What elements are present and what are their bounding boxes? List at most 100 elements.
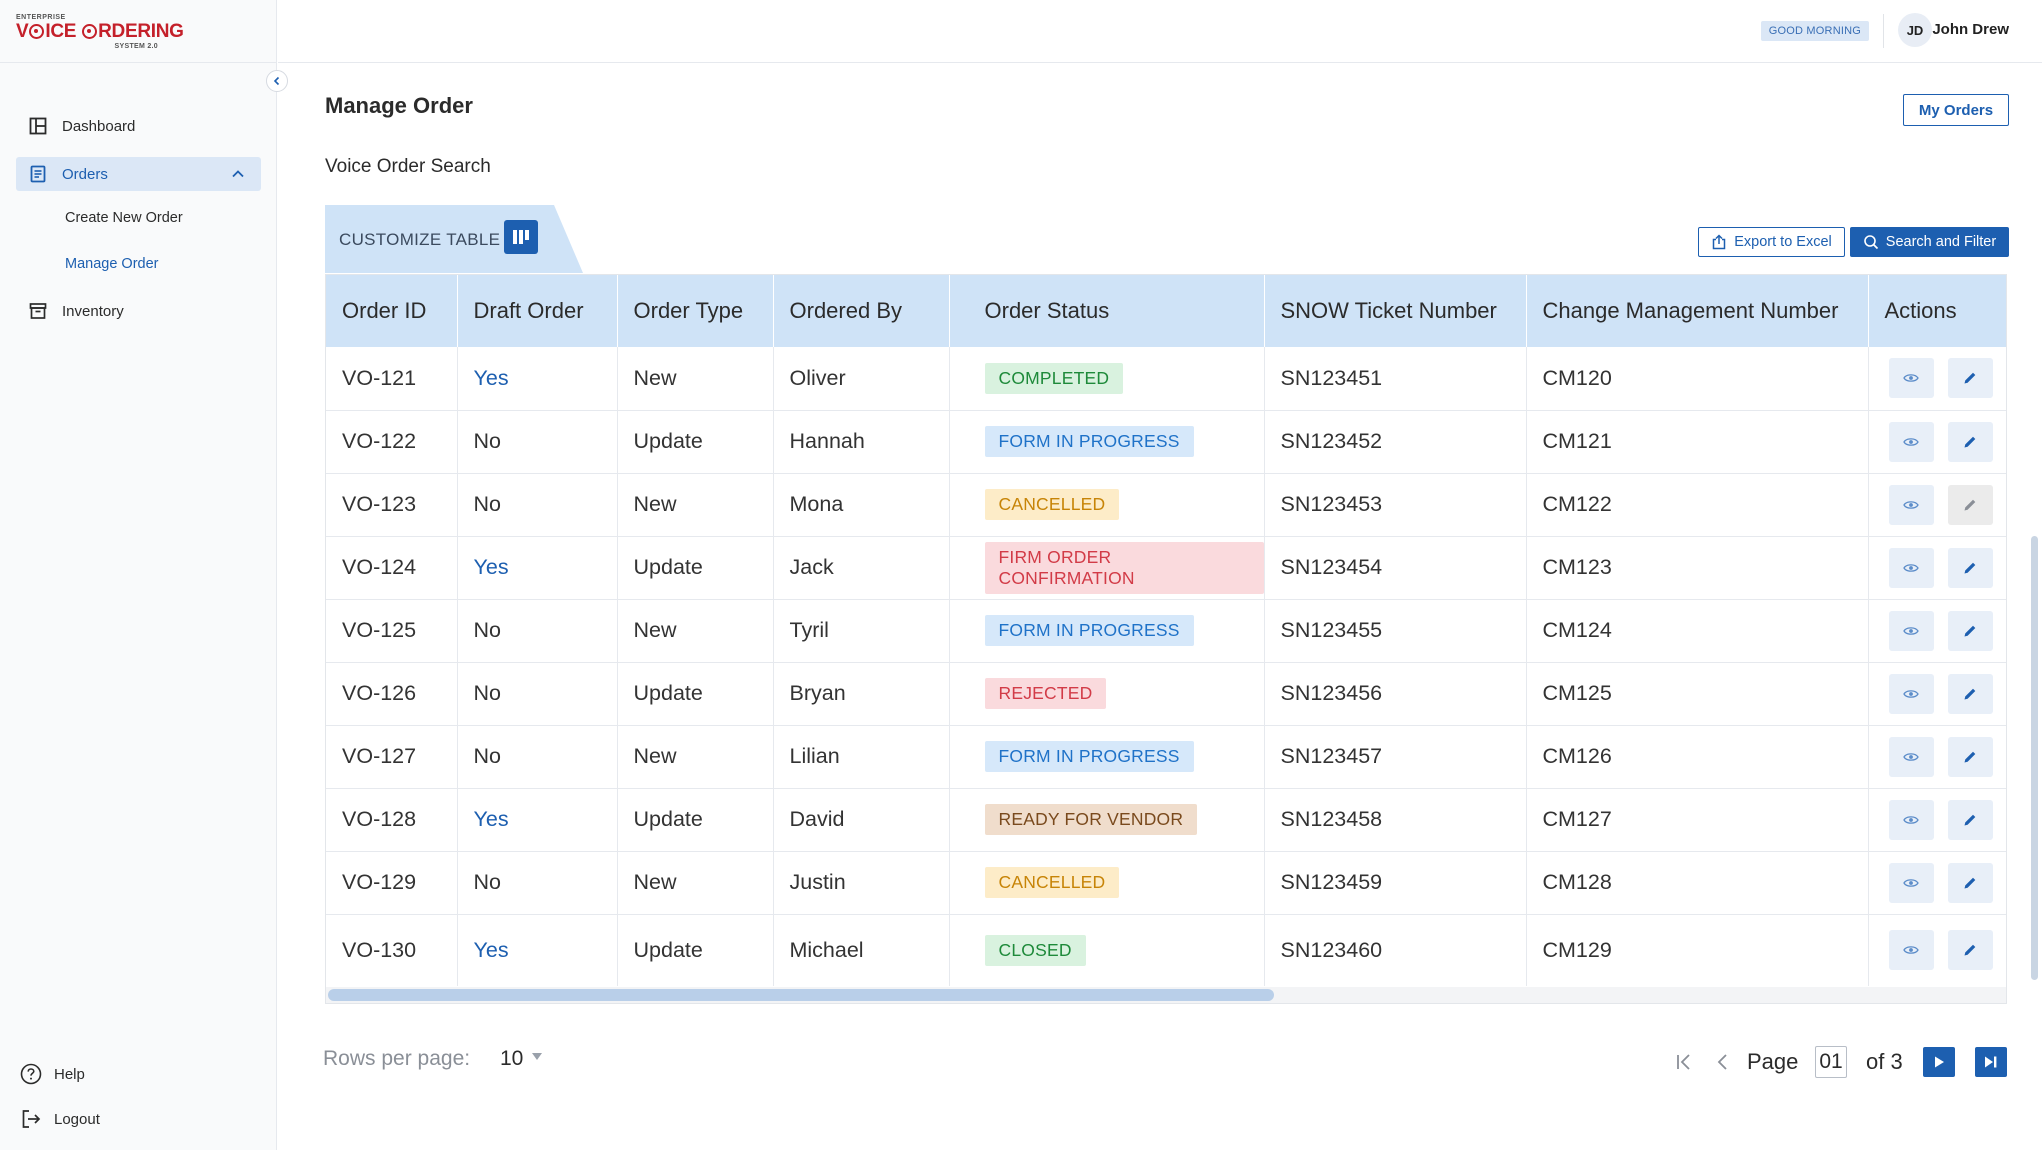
table-row[interactable]: VO-123 No New Mona CANCELLED SN123453 CM122 bbox=[326, 473, 2006, 537]
table-row[interactable]: VO-128 Yes Update David READY FOR VENDOR SN12… bbox=[326, 788, 2006, 852]
draft-order-cell: No bbox=[457, 410, 618, 474]
vertical-scrollbar[interactable] bbox=[2031, 536, 2038, 980]
change-management-cell: CM129 bbox=[1526, 914, 1869, 986]
view-button[interactable] bbox=[1888, 930, 1934, 971]
chevron-up-icon[interactable] bbox=[231, 167, 245, 181]
view-button[interactable] bbox=[1888, 862, 1934, 903]
change-management-cell: CM128 bbox=[1526, 851, 1869, 915]
change-management-cell: CM121 bbox=[1526, 410, 1869, 474]
status-badge: CANCELLED bbox=[984, 489, 1120, 520]
collapse-sidebar-button[interactable] bbox=[266, 70, 288, 92]
section-title: Voice Order Search bbox=[325, 156, 491, 177]
column-header-order-id[interactable]: Order ID bbox=[326, 275, 458, 347]
change-management-cell: CM127 bbox=[1526, 788, 1869, 852]
app-logo[interactable]: ENTERPRISE V ICE RDERING SYSTEM 2.0 bbox=[16, 14, 184, 52]
horizontal-scrollbar[interactable] bbox=[326, 987, 2006, 1003]
view-button[interactable] bbox=[1888, 610, 1934, 651]
view-button[interactable] bbox=[1888, 799, 1934, 840]
top-header: GOOD MORNING JD John Drew bbox=[278, 0, 2042, 63]
sidebar-item-help[interactable]: Help bbox=[20, 1060, 85, 1088]
next-page-icon bbox=[1935, 1056, 1944, 1068]
pencil-icon bbox=[1964, 944, 1976, 956]
status-badge: FORM IN PROGRESS bbox=[984, 426, 1194, 457]
columns-icon bbox=[513, 230, 529, 244]
page-title: Manage Order bbox=[325, 93, 473, 118]
order-type-cell: New bbox=[617, 347, 774, 411]
customize-table-button[interactable] bbox=[504, 220, 538, 254]
edit-button[interactable] bbox=[1947, 862, 1993, 903]
status-badge: FORM IN PROGRESS bbox=[984, 741, 1194, 772]
edit-button[interactable] bbox=[1947, 421, 1993, 462]
sidebar-subitem-create-new-order[interactable]: Create New Order bbox=[65, 210, 183, 226]
order-id-cell: VO-121 bbox=[326, 347, 458, 411]
sidebar-item-label: Logout bbox=[54, 1110, 100, 1128]
table-row[interactable]: VO-126 No Update Bryan REJECTED SN123456 CM125 bbox=[326, 662, 2006, 726]
column-header-change-management[interactable]: Change Management Number bbox=[1526, 275, 1869, 347]
column-header-order-type[interactable]: Order Type bbox=[617, 275, 774, 347]
view-button[interactable] bbox=[1888, 673, 1934, 714]
rows-per-page-select[interactable]: 10 bbox=[500, 1047, 523, 1071]
horizontal-scrollbar-thumb[interactable] bbox=[328, 989, 1274, 1001]
actions-cell bbox=[1868, 788, 2006, 852]
my-orders-button[interactable]: My Orders bbox=[1903, 94, 2009, 126]
column-header-draft-order[interactable]: Draft Order bbox=[457, 275, 618, 347]
table-row[interactable]: VO-129 No New Justin CANCELLED SN123459 CM128 bbox=[326, 851, 2006, 915]
sidebar-subitem-manage-order[interactable]: Manage Order bbox=[65, 256, 159, 272]
order-id-cell: VO-123 bbox=[326, 473, 458, 537]
draft-order-cell: No bbox=[457, 473, 618, 537]
column-header-snow-ticket[interactable]: SNOW Ticket Number bbox=[1264, 275, 1527, 347]
sidebar-item-inventory[interactable]: Inventory bbox=[16, 294, 261, 328]
ordered-by-cell: Justin bbox=[773, 851, 950, 915]
edit-button[interactable] bbox=[1947, 673, 1993, 714]
view-button[interactable] bbox=[1888, 736, 1934, 777]
first-page-icon[interactable] bbox=[1674, 1051, 1696, 1073]
edit-button[interactable] bbox=[1947, 930, 1993, 971]
export-to-excel-button[interactable]: Export to Excel bbox=[1698, 227, 1845, 257]
edit-button[interactable] bbox=[1947, 799, 1993, 840]
view-button[interactable] bbox=[1888, 358, 1934, 399]
avatar[interactable]: JD bbox=[1898, 13, 1932, 47]
view-button[interactable] bbox=[1888, 547, 1934, 588]
table-row[interactable]: VO-121 Yes New Oliver COMPLETED SN123451 CM120 bbox=[326, 347, 2006, 411]
sidebar-item-dashboard[interactable]: Dashboard bbox=[16, 109, 261, 143]
current-page-input[interactable]: 01 bbox=[1815, 1046, 1847, 1078]
sidebar-item-logout[interactable]: Logout bbox=[20, 1105, 100, 1133]
ordered-by-cell: Hannah bbox=[773, 410, 950, 474]
actions-cell bbox=[1868, 662, 2006, 726]
column-header-ordered-by[interactable]: Ordered By bbox=[773, 275, 950, 347]
order-type-cell: Update bbox=[617, 914, 774, 986]
snow-ticket-cell: SN123454 bbox=[1264, 536, 1527, 600]
user-name[interactable]: John Drew bbox=[1932, 21, 2009, 38]
edit-button[interactable] bbox=[1947, 610, 1993, 651]
logo-divider bbox=[0, 62, 277, 63]
customize-table-tab[interactable]: CUSTOMIZE TABLE bbox=[325, 205, 583, 273]
view-button[interactable] bbox=[1888, 484, 1934, 525]
sidebar-item-orders[interactable]: Orders bbox=[16, 157, 261, 191]
orders-icon bbox=[28, 164, 48, 184]
search-and-filter-button[interactable]: Search and Filter bbox=[1850, 227, 2009, 257]
pencil-icon bbox=[1964, 562, 1976, 573]
column-header-order-status[interactable]: Order Status bbox=[949, 275, 1265, 347]
edit-button[interactable] bbox=[1947, 358, 1993, 399]
table-row[interactable]: VO-130 Yes Update Michael CLOSED SN123460 CM12… bbox=[326, 914, 2006, 986]
pencil-icon bbox=[1964, 814, 1976, 825]
table-row[interactable]: VO-125 No New Tyril FORM IN PROGRESS SN123455… bbox=[326, 599, 2006, 663]
last-page-button[interactable] bbox=[1975, 1047, 2007, 1077]
table-row[interactable]: VO-124 Yes Update Jack FIRM ORDER CONFIRMATI… bbox=[326, 536, 2006, 600]
previous-page-icon[interactable] bbox=[1712, 1051, 1734, 1073]
edit-button[interactable] bbox=[1947, 736, 1993, 777]
next-page-button[interactable] bbox=[1923, 1047, 1955, 1077]
table-row[interactable]: VO-122 No Update Hannah FORM IN PROGRESS SN12… bbox=[326, 410, 2006, 474]
ordered-by-cell: Bryan bbox=[773, 662, 950, 726]
pencil-icon bbox=[1964, 499, 1976, 510]
customize-table-label: CUSTOMIZE TABLE bbox=[339, 230, 501, 249]
view-button[interactable] bbox=[1888, 421, 1934, 462]
pencil-icon bbox=[1964, 877, 1976, 888]
edit-button[interactable] bbox=[1947, 547, 1993, 588]
actions-cell bbox=[1868, 599, 2006, 663]
eye-icon bbox=[1903, 500, 1919, 509]
edit-button[interactable] bbox=[1947, 484, 1993, 525]
table-row[interactable]: VO-127 No New Lilian FORM IN PROGRESS SN12345… bbox=[326, 725, 2006, 789]
caret-down-icon[interactable] bbox=[532, 1053, 542, 1060]
logo-top-text: ENTERPRISE bbox=[16, 14, 66, 21]
